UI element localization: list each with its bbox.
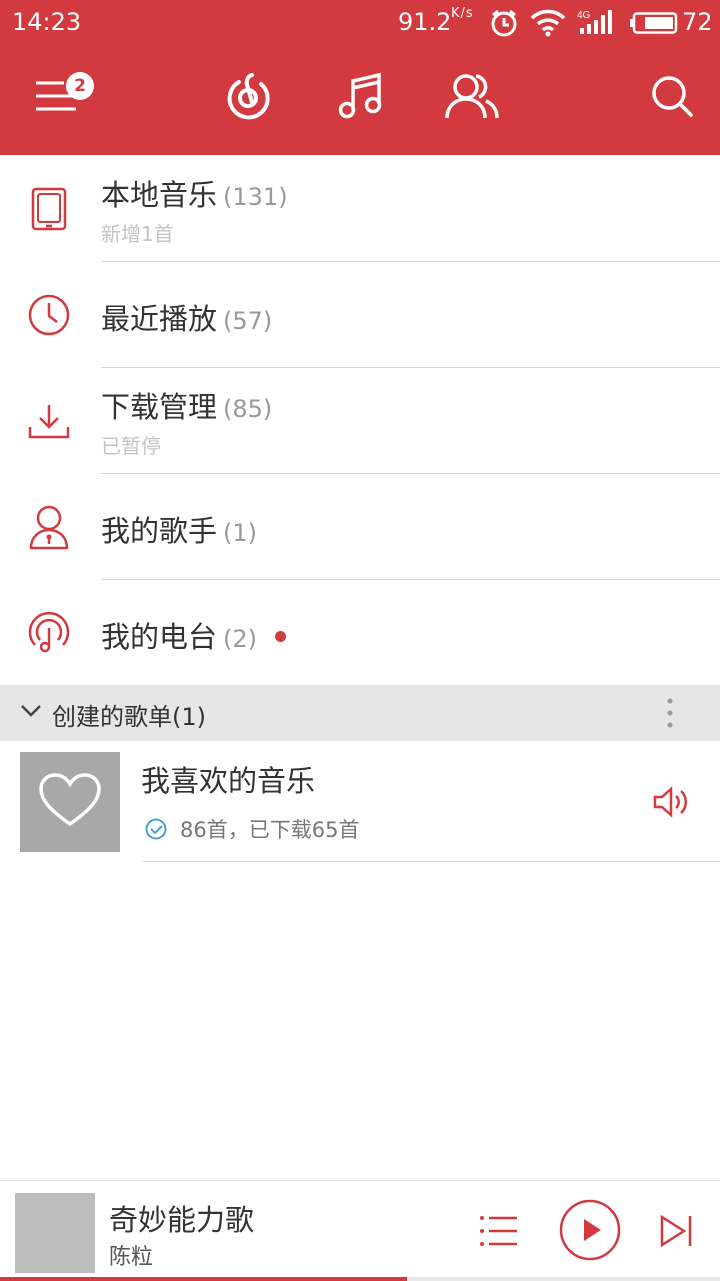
skip-next-icon [658, 1214, 694, 1252]
next-button[interactable] [656, 1213, 696, 1253]
divider [143, 861, 720, 862]
singer-icon [25, 503, 73, 551]
friends-icon [444, 70, 500, 126]
downloaded-check-icon [145, 818, 167, 844]
battery-icon [630, 12, 678, 38]
signal-icon: 4G [576, 8, 616, 40]
svg-text:4G: 4G [577, 10, 591, 21]
menu-item-label: 我的歌手 (1) [101, 514, 258, 548]
tab-my-music[interactable] [330, 68, 390, 128]
list-icon [478, 1214, 518, 1252]
menu-item-local-music[interactable]: 本地音乐 (131) 新增1首 [0, 156, 720, 262]
menu-item-subtitle: 新增1首 [101, 222, 174, 246]
heart-icon [38, 772, 102, 832]
search-icon [650, 74, 694, 122]
section-label: 创建的歌单(1) [52, 703, 206, 731]
song-title: 奇妙能力歌 [109, 1203, 255, 1237]
artist-name: 陈粒 [109, 1245, 154, 1270]
status-speed-unit: K/s [451, 6, 474, 21]
status-time: 14:23 [12, 8, 82, 36]
status-speed: 91.2 [398, 8, 452, 36]
speaker-icon[interactable] [652, 786, 690, 822]
play-icon [559, 1199, 621, 1265]
clock-icon [25, 291, 73, 339]
menu-item-label: 最近播放 (57) [101, 302, 273, 336]
created-playlists-header[interactable]: 创建的歌单(1) [0, 685, 720, 741]
search-button[interactable] [642, 68, 702, 128]
menu-item-radio[interactable]: 我的电台 (2) [0, 580, 720, 686]
battery-level: 72 [682, 8, 713, 36]
status-bar: 14:23 91.2 K/s 4G 72 [0, 0, 720, 46]
menu-item-label: 本地音乐 (131) [101, 178, 288, 212]
tab-discover[interactable] [218, 68, 278, 128]
album-cover[interactable] [15, 1193, 95, 1273]
tab-friends[interactable] [442, 68, 502, 128]
playlist-cover [20, 752, 120, 852]
wifi-icon [530, 9, 566, 41]
mini-player[interactable]: 奇妙能力歌 陈粒 [0, 1180, 720, 1281]
more-vertical-icon[interactable] [660, 697, 680, 729]
playlist-title: 我喜欢的音乐 [141, 764, 316, 798]
radio-icon [25, 609, 73, 657]
download-icon [25, 397, 73, 445]
menu-item-label: 我的电台 (2) [101, 614, 287, 656]
netease-music-icon [222, 70, 274, 126]
notification-badge: 2 [66, 72, 94, 100]
play-button[interactable] [559, 1199, 621, 1265]
new-indicator-dot [275, 630, 287, 642]
playback-progress[interactable] [0, 1277, 720, 1281]
playlist-item[interactable]: 我喜欢的音乐 86首，已下载65首 [0, 742, 720, 862]
menu-item-recent[interactable]: 最近播放 (57) [0, 262, 720, 368]
nav-bar [0, 46, 720, 155]
alarm-icon [489, 8, 519, 42]
top-bar: 14:23 91.2 K/s 4G 72 2 [0, 0, 720, 155]
music-note-icon [334, 70, 386, 126]
chevron-down-icon [20, 703, 42, 723]
menu-item-label: 下载管理 (85) [101, 390, 273, 424]
phone-icon [25, 185, 73, 233]
menu-item-singers[interactable]: 我的歌手 (1) [0, 474, 720, 580]
playlist-button[interactable] [476, 1211, 520, 1255]
progress-fill [0, 1277, 407, 1281]
menu-item-downloads[interactable]: 下载管理 (85) 已暂停 [0, 368, 720, 474]
playlist-meta: 86首，已下载65首 [180, 818, 360, 842]
menu-item-subtitle: 已暂停 [101, 434, 161, 458]
